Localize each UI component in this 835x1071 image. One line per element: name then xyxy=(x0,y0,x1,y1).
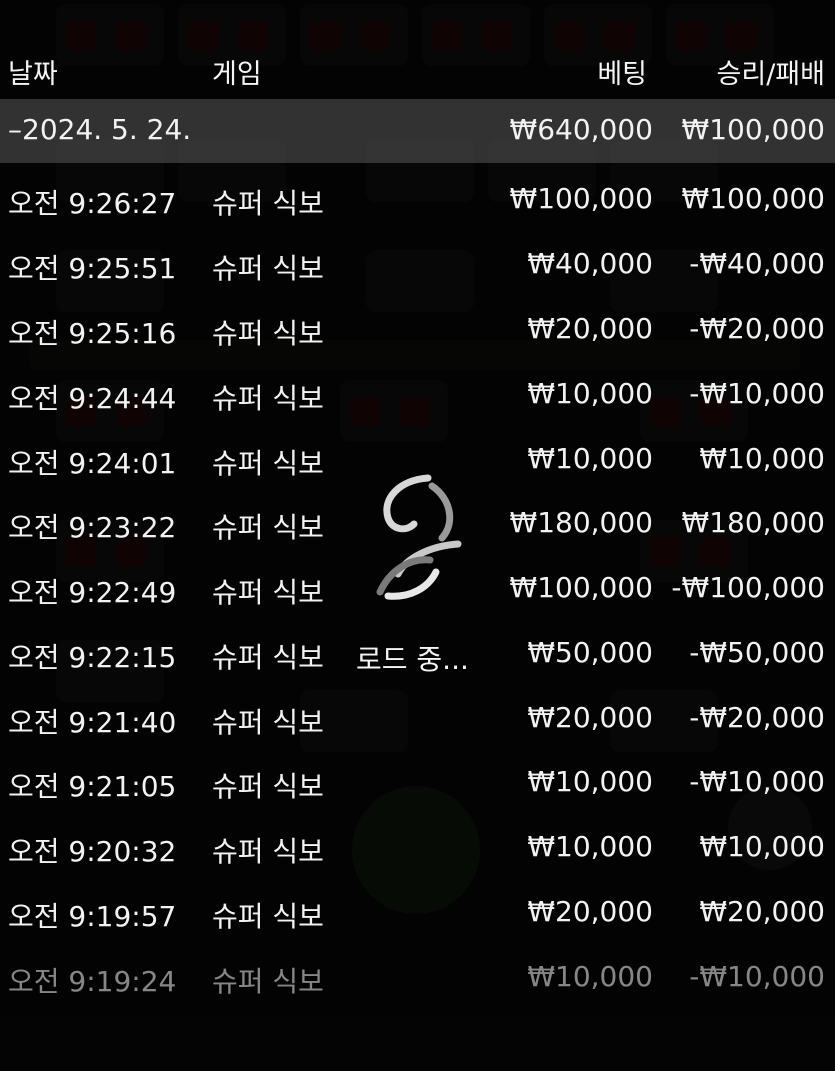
row-time: 오전 9:21:05 xyxy=(8,770,177,803)
row-game: 슈퍼 식보 xyxy=(212,511,324,544)
row-winloss: -₩10,000 xyxy=(689,765,825,798)
row-game: 슈퍼 식보 xyxy=(212,382,324,415)
row-game: 슈퍼 식보 xyxy=(212,252,324,285)
column-header-date[interactable]: 날짜 xyxy=(8,52,58,91)
date-group-label: –2024. 5. 24. xyxy=(8,113,192,146)
row-bet: ₩180,000 xyxy=(509,506,653,539)
spinner-icon xyxy=(370,474,466,604)
column-header-winloss[interactable]: 승리/패배 xyxy=(717,52,825,91)
row-winloss: -₩20,000 xyxy=(689,312,825,345)
row-time: 오전 9:22:49 xyxy=(8,576,177,609)
row-time: 오전 9:24:44 xyxy=(8,382,177,415)
row-winloss: ₩20,000 xyxy=(699,895,825,928)
row-winloss: -₩10,000 xyxy=(689,960,825,993)
table-header: 날짜 게임 베팅 승리/패배 xyxy=(0,30,835,100)
row-time: 오전 9:21:40 xyxy=(8,706,177,739)
row-time: 오전 9:23:22 xyxy=(8,511,177,544)
row-bet: ₩50,000 xyxy=(527,636,653,669)
row-time: 오전 9:26:27 xyxy=(8,187,177,220)
table-row[interactable]: 오전 9:19:57 슈퍼 식보 ₩20,000 ₩20,000 xyxy=(0,881,835,945)
row-bet: ₩40,000 xyxy=(527,247,653,280)
table-row[interactable]: 오전 9:26:27 슈퍼 식보 ₩100,000 ₩100,000 xyxy=(0,168,835,232)
table-row[interactable]: 오전 9:21:40 슈퍼 식보 ₩20,000 -₩20,000 xyxy=(0,687,835,751)
table-row[interactable]: 오전 9:20:32 슈퍼 식보 ₩10,000 ₩10,000 xyxy=(0,816,835,880)
row-game: 슈퍼 식보 xyxy=(212,187,324,220)
date-group-bet-total: ₩640,000 xyxy=(509,113,653,146)
date-group-winloss-total: ₩100,000 xyxy=(681,113,825,146)
row-game: 슈퍼 식보 xyxy=(212,706,324,739)
row-winloss: -₩20,000 xyxy=(689,701,825,734)
row-time: 오전 9:19:24 xyxy=(8,965,177,998)
row-game: 슈퍼 식보 xyxy=(212,447,324,480)
row-time: 오전 9:25:16 xyxy=(8,317,177,350)
row-bet: ₩10,000 xyxy=(527,765,653,798)
row-bet: ₩20,000 xyxy=(527,895,653,928)
row-time: 오전 9:24:01 xyxy=(8,447,177,480)
row-game: 슈퍼 식보 xyxy=(212,770,324,803)
row-time: 오전 9:20:32 xyxy=(8,835,177,868)
table-row[interactable]: 오전 9:21:05 슈퍼 식보 ₩10,000 -₩10,000 xyxy=(0,751,835,815)
loading-text: 로드 중... xyxy=(356,643,469,676)
row-bet: ₩100,000 xyxy=(509,571,653,604)
row-time: 오전 9:22:15 xyxy=(8,641,177,674)
column-header-game[interactable]: 게임 xyxy=(212,52,262,91)
row-game: 슈퍼 식보 xyxy=(212,317,324,350)
row-game: 슈퍼 식보 xyxy=(212,965,324,998)
row-game: 슈퍼 식보 xyxy=(212,641,324,674)
row-winloss: ₩180,000 xyxy=(681,506,825,539)
row-time: 오전 9:25:51 xyxy=(8,252,177,285)
date-group-row[interactable]: –2024. 5. 24. ₩640,000 ₩100,000 xyxy=(0,99,835,163)
row-winloss: -₩40,000 xyxy=(689,247,825,280)
row-bet: ₩20,000 xyxy=(527,312,653,345)
row-bet: ₩20,000 xyxy=(527,701,653,734)
table-row[interactable]: 오전 9:19:24 슈퍼 식보 ₩10,000 -₩10,000 xyxy=(0,946,835,1010)
row-winloss: ₩10,000 xyxy=(699,830,825,863)
column-header-bet[interactable]: 베팅 xyxy=(597,52,647,91)
row-bet: ₩100,000 xyxy=(509,182,653,215)
row-winloss: ₩100,000 xyxy=(681,182,825,215)
row-winloss: -₩50,000 xyxy=(689,636,825,669)
row-winloss: -₩100,000 xyxy=(671,571,825,604)
row-bet: ₩10,000 xyxy=(527,377,653,410)
row-winloss: -₩10,000 xyxy=(689,377,825,410)
row-bet: ₩10,000 xyxy=(527,442,653,475)
row-game: 슈퍼 식보 xyxy=(212,835,324,868)
row-game: 슈퍼 식보 xyxy=(212,576,324,609)
row-bet: ₩10,000 xyxy=(527,830,653,863)
row-game: 슈퍼 식보 xyxy=(212,900,324,933)
row-bet: ₩10,000 xyxy=(527,960,653,993)
row-winloss: ₩10,000 xyxy=(699,442,825,475)
table-row[interactable]: 오전 9:25:16 슈퍼 식보 ₩20,000 -₩20,000 xyxy=(0,298,835,362)
row-time: 오전 9:19:57 xyxy=(8,900,177,933)
table-row[interactable]: 오전 9:24:44 슈퍼 식보 ₩10,000 -₩10,000 xyxy=(0,363,835,427)
table-row[interactable]: 오전 9:25:51 슈퍼 식보 ₩40,000 -₩40,000 xyxy=(0,233,835,297)
